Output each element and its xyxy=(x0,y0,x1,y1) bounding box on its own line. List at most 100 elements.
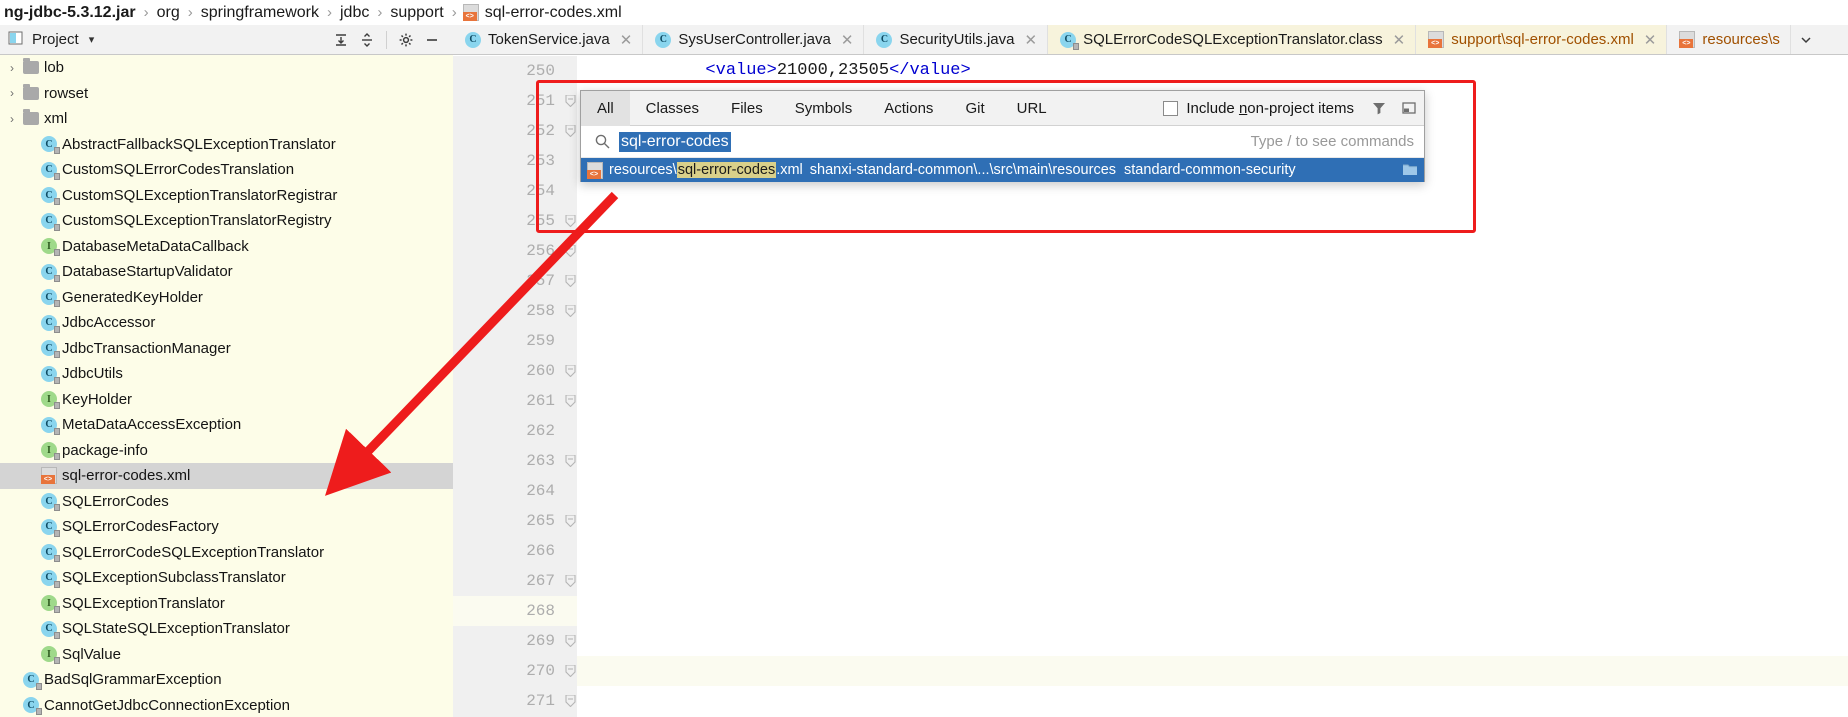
code-fold-marker-icon[interactable] xyxy=(565,575,576,587)
tree-item-sqlexceptiontranslator[interactable]: I SQLExceptionTranslator xyxy=(0,591,453,617)
code-fold-marker-icon[interactable] xyxy=(565,95,576,107)
tab-sqlerrorcode-translator-class[interactable]: C SQLErrorCodeSQLExceptionTranslator.cla… xyxy=(1048,25,1417,54)
tab-token-service[interactable]: C TokenService.java ✕ xyxy=(453,25,644,54)
tree-item-label: BadSqlGrammarException xyxy=(44,671,222,689)
settings-gear-icon[interactable] xyxy=(393,28,419,52)
tree-item-sqlerrorcodes[interactable]: C SQLErrorCodes xyxy=(0,489,453,515)
tree-item-label: CustomSQLErrorCodesTranslation xyxy=(62,161,295,179)
tree-item-cannotgetjdbcconnectionexception[interactable]: C CannotGetJdbcConnectionException xyxy=(0,693,453,717)
code-fold-marker-icon[interactable] xyxy=(565,305,576,317)
tree-item-abstractfallbacksqlexceptiontranslator[interactable]: C AbstractFallbackSQLExceptionTranslator xyxy=(0,132,453,158)
xml-close-tag: </value> xyxy=(889,61,971,80)
search-input-row[interactable]: sql-error-codes Type / to see commands xyxy=(581,126,1424,158)
collapse-all-icon[interactable] xyxy=(354,28,380,52)
tree-item-jdbctransactionmanager[interactable]: C JdbcTransactionManager xyxy=(0,336,453,362)
search-result-row[interactable]: resources\sql-error-codes.xml shanxi-sta… xyxy=(581,158,1424,182)
close-icon[interactable]: ✕ xyxy=(1025,31,1038,49)
tree-item-jdbcaccessor[interactable]: C JdbcAccessor xyxy=(0,310,453,336)
code-fold-marker-icon[interactable] xyxy=(565,695,576,707)
tab-security-utils[interactable]: C SecurityUtils.java ✕ xyxy=(864,25,1049,54)
tree-item-keyholder[interactable]: I KeyHolder xyxy=(0,387,453,413)
breadcrumb-item-support[interactable]: support xyxy=(388,4,445,22)
hide-window-icon[interactable] xyxy=(419,28,445,52)
tree-item-label: CustomSQLExceptionTranslatorRegistrar xyxy=(62,186,338,204)
expand-chevron-right-icon[interactable]: › xyxy=(4,61,20,75)
code-fold-marker-icon[interactable] xyxy=(565,215,576,227)
java-class-icon: C xyxy=(38,416,60,435)
xml-file-icon xyxy=(1679,31,1696,48)
chevron-down-icon[interactable]: ▾ xyxy=(89,33,95,46)
code-fold-marker-icon[interactable] xyxy=(565,125,576,137)
code-fold-marker-icon[interactable] xyxy=(565,515,576,527)
tab-overflow-chevron-down-icon[interactable] xyxy=(1791,25,1821,54)
tree-item-customsqlexceptiontranslatorregistrar[interactable]: C CustomSQLExceptionTranslatorRegistrar xyxy=(0,183,453,209)
tab-files[interactable]: Files xyxy=(715,91,779,126)
tree-item-label: JdbcUtils xyxy=(62,365,123,383)
module-folder-icon xyxy=(1402,163,1418,177)
project-window-icon xyxy=(8,30,24,50)
search-input[interactable]: sql-error-codes xyxy=(619,131,731,152)
tree-item-sqlstatesqlexceptiontranslator[interactable]: C SQLStateSQLExceptionTranslator xyxy=(0,616,453,642)
line-number: 258 xyxy=(526,302,555,320)
include-non-project-items-checkbox[interactable]: Include non-project items xyxy=(1163,100,1364,117)
code-fold-marker-icon[interactable] xyxy=(565,395,576,407)
tree-item-databasemetadatacallback[interactable]: I DatabaseMetaDataCallback xyxy=(0,234,453,260)
tab-sys-user-controller[interactable]: C SysUserController.java ✕ xyxy=(643,25,865,54)
breadcrumb-item-file[interactable]: sql-error-codes.xml xyxy=(483,4,624,22)
close-icon[interactable]: ✕ xyxy=(620,31,633,49)
tree-item-customsqlexceptiontranslatorregistry[interactable]: C CustomSQLExceptionTranslatorRegistry xyxy=(0,208,453,234)
expand-all-icon[interactable] xyxy=(328,28,354,52)
breadcrumb: ng-jdbc-5.3.12.jar › org › springframewo… xyxy=(0,0,1848,25)
tree-item-sql-error-codes-xml[interactable]: sql-error-codes.xml xyxy=(0,463,453,489)
tab-actions[interactable]: Actions xyxy=(868,91,949,126)
tree-item-jdbcutils[interactable]: C JdbcUtils xyxy=(0,361,453,387)
editor-gutter[interactable]: 250 251 252 253 254 255 256 257 258 259 260 261 262 2… xyxy=(453,56,577,717)
breadcrumb-item-springframework[interactable]: springframework xyxy=(199,4,321,22)
breadcrumb-item-jdbc[interactable]: jdbc xyxy=(338,4,371,22)
breadcrumb-item-org[interactable]: org xyxy=(155,4,182,22)
breadcrumb-item-jar[interactable]: ng-jdbc-5.3.12.jar xyxy=(2,4,138,22)
expand-chevron-right-icon[interactable]: › xyxy=(4,86,20,100)
tree-item-sqlerrorcodesfactory[interactable]: C SQLErrorCodesFactory xyxy=(0,514,453,540)
code-fold-marker-icon[interactable] xyxy=(565,245,576,257)
tab-support-sql-error-codes-xml[interactable]: support\sql-error-codes.xml ✕ xyxy=(1416,25,1668,54)
tree-item-lob[interactable]: › lob xyxy=(0,55,453,81)
tab-git[interactable]: Git xyxy=(949,91,1000,126)
tree-item-sqlexceptionsubclasstranslator[interactable]: C SQLExceptionSubclassTranslator xyxy=(0,565,453,591)
code-fold-marker-icon[interactable] xyxy=(565,275,576,287)
close-icon[interactable]: ✕ xyxy=(1644,31,1657,49)
expand-chevron-right-icon[interactable]: › xyxy=(4,112,20,126)
tree-item-package-info[interactable]: Ipackage-info xyxy=(0,438,453,464)
java-interface-icon: I xyxy=(38,442,60,461)
code-fold-marker-icon[interactable] xyxy=(565,365,576,377)
search-everywhere-popup[interactable]: All Classes Files Symbols Actions Git UR… xyxy=(580,90,1425,182)
tab-resources-sql-error-codes-xml[interactable]: resources\s xyxy=(1667,25,1791,54)
tree-item-rowset[interactable]: › rowset xyxy=(0,81,453,107)
xml-text-value: 21000,23505 xyxy=(776,61,890,80)
tree-item-metadataaccessexception[interactable]: C MetaDataAccessException xyxy=(0,412,453,438)
code-fold-marker-icon[interactable] xyxy=(565,455,576,467)
filter-funnel-icon[interactable] xyxy=(1364,91,1394,126)
close-icon[interactable]: ✕ xyxy=(1393,31,1406,49)
tree-item-customsqlerrorcodestranslation[interactable]: C CustomSQLErrorCodesTranslation xyxy=(0,157,453,183)
search-everywhere-tabs: All Classes Files Symbols Actions Git UR… xyxy=(581,90,1424,126)
tree-item-sqlvalue[interactable]: I SqlValue xyxy=(0,642,453,668)
tab-classes[interactable]: Classes xyxy=(630,91,715,126)
tree-item-sqlerrorcodesqlexceptiontranslator[interactable]: C SQLErrorCodeSQLExceptionTranslator xyxy=(0,540,453,566)
line-number: 269 xyxy=(526,632,555,650)
tree-item-label: GeneratedKeyHolder xyxy=(62,288,203,306)
preview-panel-icon[interactable] xyxy=(1394,91,1424,126)
code-fold-marker-icon[interactable] xyxy=(565,635,576,647)
tree-item-generatedkeyholder[interactable]: C GeneratedKeyHolder xyxy=(0,285,453,311)
checkbox-box[interactable] xyxy=(1163,100,1179,116)
tree-item-databasestartupvalidator[interactable]: C DatabaseStartupValidator xyxy=(0,259,453,285)
tab-symbols[interactable]: Symbols xyxy=(779,91,869,126)
code-fold-marker-icon[interactable] xyxy=(565,665,576,677)
tree-item-xml[interactable]: › xml xyxy=(0,106,453,132)
tree-item-badsqlgrammarexception[interactable]: C BadSqlGrammarException xyxy=(0,667,453,693)
project-tree[interactable]: › lob › rowset › xml C AbstractFallbackSQLExcep… xyxy=(0,55,453,717)
close-icon[interactable]: ✕ xyxy=(841,31,854,49)
java-class-icon: C xyxy=(38,518,60,537)
tab-url[interactable]: URL xyxy=(1001,91,1063,126)
tab-all[interactable]: All xyxy=(581,90,630,126)
